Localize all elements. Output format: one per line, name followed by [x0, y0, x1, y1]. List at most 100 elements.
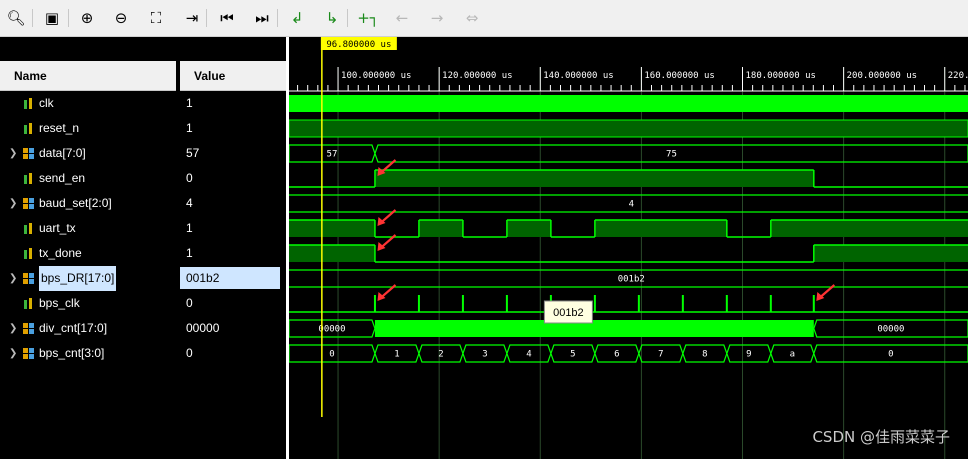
signal-row-bps-cnt[interactable]: ❯ bps_cnt[3:0] [0, 341, 176, 366]
signal-name: bps_clk [39, 296, 80, 310]
cursor-label: 96.800000 us [326, 40, 391, 50]
signal-row-send-en[interactable]: send_en [0, 166, 176, 191]
signal-row-tx-done[interactable]: tx_done [0, 241, 176, 266]
toolbar-separator [277, 9, 278, 27]
time-tick-label: 220.0 [948, 71, 968, 81]
signal-value[interactable]: 001b2 [180, 267, 280, 289]
signal-name: baud_set[2:0] [39, 196, 112, 210]
signal-row-bps-clk[interactable]: bps_clk [0, 291, 176, 316]
div-cnt-wave-value-label: 00000 [877, 325, 904, 335]
bps-cnt-wave-value-label: a [790, 350, 795, 360]
expand-arrow-icon[interactable]: ❯ [9, 266, 17, 291]
watermark: CSDN @佳雨菜菜子 [812, 428, 950, 446]
uart-tx-wave-high-fill [594, 220, 727, 237]
signal-name: clk [39, 96, 54, 110]
time-tick-label: 140.000000 us [543, 71, 613, 81]
zoom-out-icon[interactable]: ⊖ [111, 8, 131, 28]
bus-signal-icon [23, 348, 34, 359]
time-tick-label: 160.000000 us [644, 71, 714, 81]
signal-row-reset-n[interactable]: reset_n [0, 116, 176, 141]
scalar-signal-icon [24, 123, 32, 134]
bps-cnt-wave-value-label: 7 [658, 350, 663, 360]
bus-signal-icon [23, 273, 34, 284]
signal-name: reset_n [39, 121, 80, 135]
zoom-fit-icon[interactable]: ⛶ [146, 8, 166, 28]
toolbar: 🔍︎ ▣ ⊕ ⊖ ⛶ ⇥ ⏮︎ ⏭︎ ↲ ↳ +┐ ← → ⇔ [0, 0, 968, 37]
signal-name: uart_tx [39, 221, 76, 235]
search-icon[interactable]: 🔍︎ [6, 8, 26, 28]
signal-value[interactable]: 57 [186, 142, 280, 164]
expand-arrow-icon[interactable]: ❯ [9, 141, 17, 166]
swap-cursors-icon[interactable]: ⇔ [462, 8, 482, 28]
signal-value[interactable]: 1 [186, 117, 280, 139]
value-column-header[interactable]: Value [180, 61, 286, 91]
expand-arrow-icon[interactable]: ❯ [9, 316, 17, 341]
toolbar-separator [32, 9, 33, 27]
go-to-time-0-icon[interactable]: ⏮︎ [217, 8, 237, 28]
bus-signal-icon [23, 198, 34, 209]
next-transition-icon[interactable]: ↳ [322, 8, 342, 28]
bps-cnt-wave-value-label: 5 [570, 350, 575, 360]
expand-arrow-icon[interactable]: ❯ [9, 191, 17, 216]
bus-signal-icon [23, 148, 34, 159]
signal-row-bps-dr[interactable]: ❯ bps_DR[17:0] [0, 266, 176, 291]
send-en-wave-high-fill [374, 170, 814, 187]
time-tick-label: 180.000000 us [746, 71, 816, 81]
zoom-in-icon[interactable]: ⊕ [77, 8, 97, 28]
bps-cnt-wave-value-label: 3 [482, 350, 487, 360]
uart-tx-wave-high-fill [770, 220, 968, 237]
tx-done-wave-high-fill [813, 245, 968, 262]
signal-value[interactable]: 4 [186, 192, 280, 214]
uart-tx-wave-high-fill [418, 220, 463, 237]
tx-done-wave-high-fill [289, 245, 375, 262]
signal-row-uart-tx[interactable]: uart_tx [0, 216, 176, 241]
signal-name: data[7:0] [39, 146, 86, 160]
signal-value[interactable]: 0 [186, 342, 280, 364]
signal-name: bps_DR[17:0] [39, 266, 117, 291]
go-to-cursor-icon[interactable]: ⇥ [182, 8, 202, 28]
bps-cnt-wave-value-label: 8 [702, 350, 707, 360]
next-marker-icon[interactable]: → [427, 8, 447, 28]
data-wave-value-label: 57 [327, 150, 338, 160]
div-cnt-busy [374, 320, 814, 337]
toolbar-separator [68, 9, 69, 27]
waveform-panel[interactable]: 100.000000 us 120.000000 us 140.000000 us 1… [289, 37, 968, 459]
value-tooltip: 001b2 [553, 307, 584, 319]
time-tick-label: 200.000000 us [847, 71, 917, 81]
save-icon[interactable]: ▣ [42, 8, 62, 28]
signal-value[interactable]: 1 [186, 217, 280, 239]
bus-signal-icon [23, 323, 34, 334]
scalar-signal-icon [24, 248, 32, 259]
bps-cnt-wave-value-label: 2 [438, 350, 443, 360]
toolbar-separator [206, 9, 207, 27]
name-column-header[interactable]: Name [0, 61, 176, 91]
signal-value[interactable]: 0 [186, 292, 280, 314]
signal-row-div-cnt[interactable]: ❯ div_cnt[17:0] [0, 316, 176, 341]
signal-row-baud-set[interactable]: ❯ baud_set[2:0] [0, 191, 176, 216]
clk-wave [289, 95, 968, 112]
previous-transition-icon[interactable]: ↲ [287, 8, 307, 28]
bps-dr-wave-value-label: 001b2 [618, 275, 645, 285]
signal-value[interactable]: 1 [186, 92, 280, 114]
signal-value[interactable]: 1 [186, 242, 280, 264]
signal-row-clk[interactable]: clk [0, 91, 176, 116]
toolbar-separator [347, 9, 348, 27]
expand-arrow-icon[interactable]: ❯ [9, 341, 17, 366]
go-to-last-time-icon[interactable]: ⏭︎ [252, 8, 272, 28]
bps-cnt-wave-value-label: 9 [746, 350, 751, 360]
scalar-signal-icon [24, 223, 32, 234]
time-tick-label: 100.000000 us [341, 71, 411, 81]
signal-value[interactable]: 0 [186, 167, 280, 189]
scalar-signal-icon [24, 173, 32, 184]
time-tick-label: 120.000000 us [442, 71, 512, 81]
signal-name: div_cnt[17:0] [39, 321, 108, 335]
waveform-canvas[interactable]: 100.000000 us 120.000000 us 140.000000 us 1… [289, 37, 968, 459]
add-marker-icon[interactable]: +┐ [357, 8, 379, 28]
previous-marker-icon[interactable]: ← [392, 8, 412, 28]
signal-row-data[interactable]: ❯ data[7:0] [0, 141, 176, 166]
data-wave-value-label: 75 [666, 150, 677, 160]
signal-value[interactable]: 00000 [186, 317, 280, 339]
scalar-signal-icon [24, 298, 32, 309]
bps-cnt-wave-value-label: 1 [394, 350, 399, 360]
signal-name: bps_cnt[3:0] [39, 346, 105, 360]
